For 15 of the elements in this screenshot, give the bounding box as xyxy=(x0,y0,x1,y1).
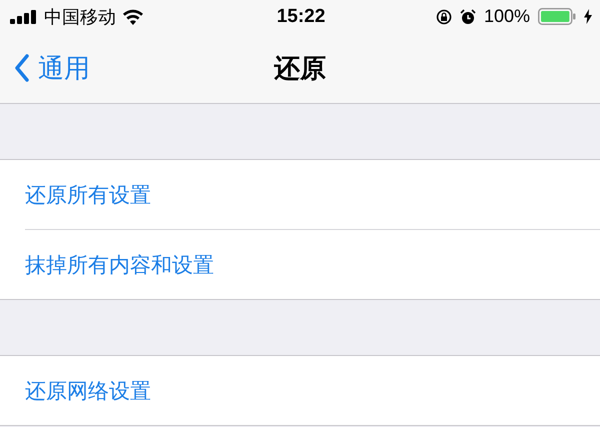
clock-time: 15:22 xyxy=(276,6,326,28)
alarm-clock-icon xyxy=(460,8,476,24)
battery-percent: 100% xyxy=(484,6,530,27)
charging-bolt-icon xyxy=(584,9,592,24)
signal-icon xyxy=(10,10,38,24)
page-title: 还原 xyxy=(274,54,326,84)
settings-row[interactable]: 抹掉所有内容和设置 xyxy=(25,250,214,278)
battery-icon xyxy=(538,8,576,25)
carrier-name: 中国移动 xyxy=(44,6,116,28)
rotation-lock-icon xyxy=(436,8,452,24)
back-button[interactable]: 通用 xyxy=(0,50,90,86)
settings-row[interactable]: 还原网络设置 xyxy=(25,376,151,404)
settings-row[interactable]: 还原所有设置 xyxy=(25,180,151,208)
back-chevron-icon xyxy=(14,54,30,82)
wifi-icon xyxy=(122,8,144,24)
